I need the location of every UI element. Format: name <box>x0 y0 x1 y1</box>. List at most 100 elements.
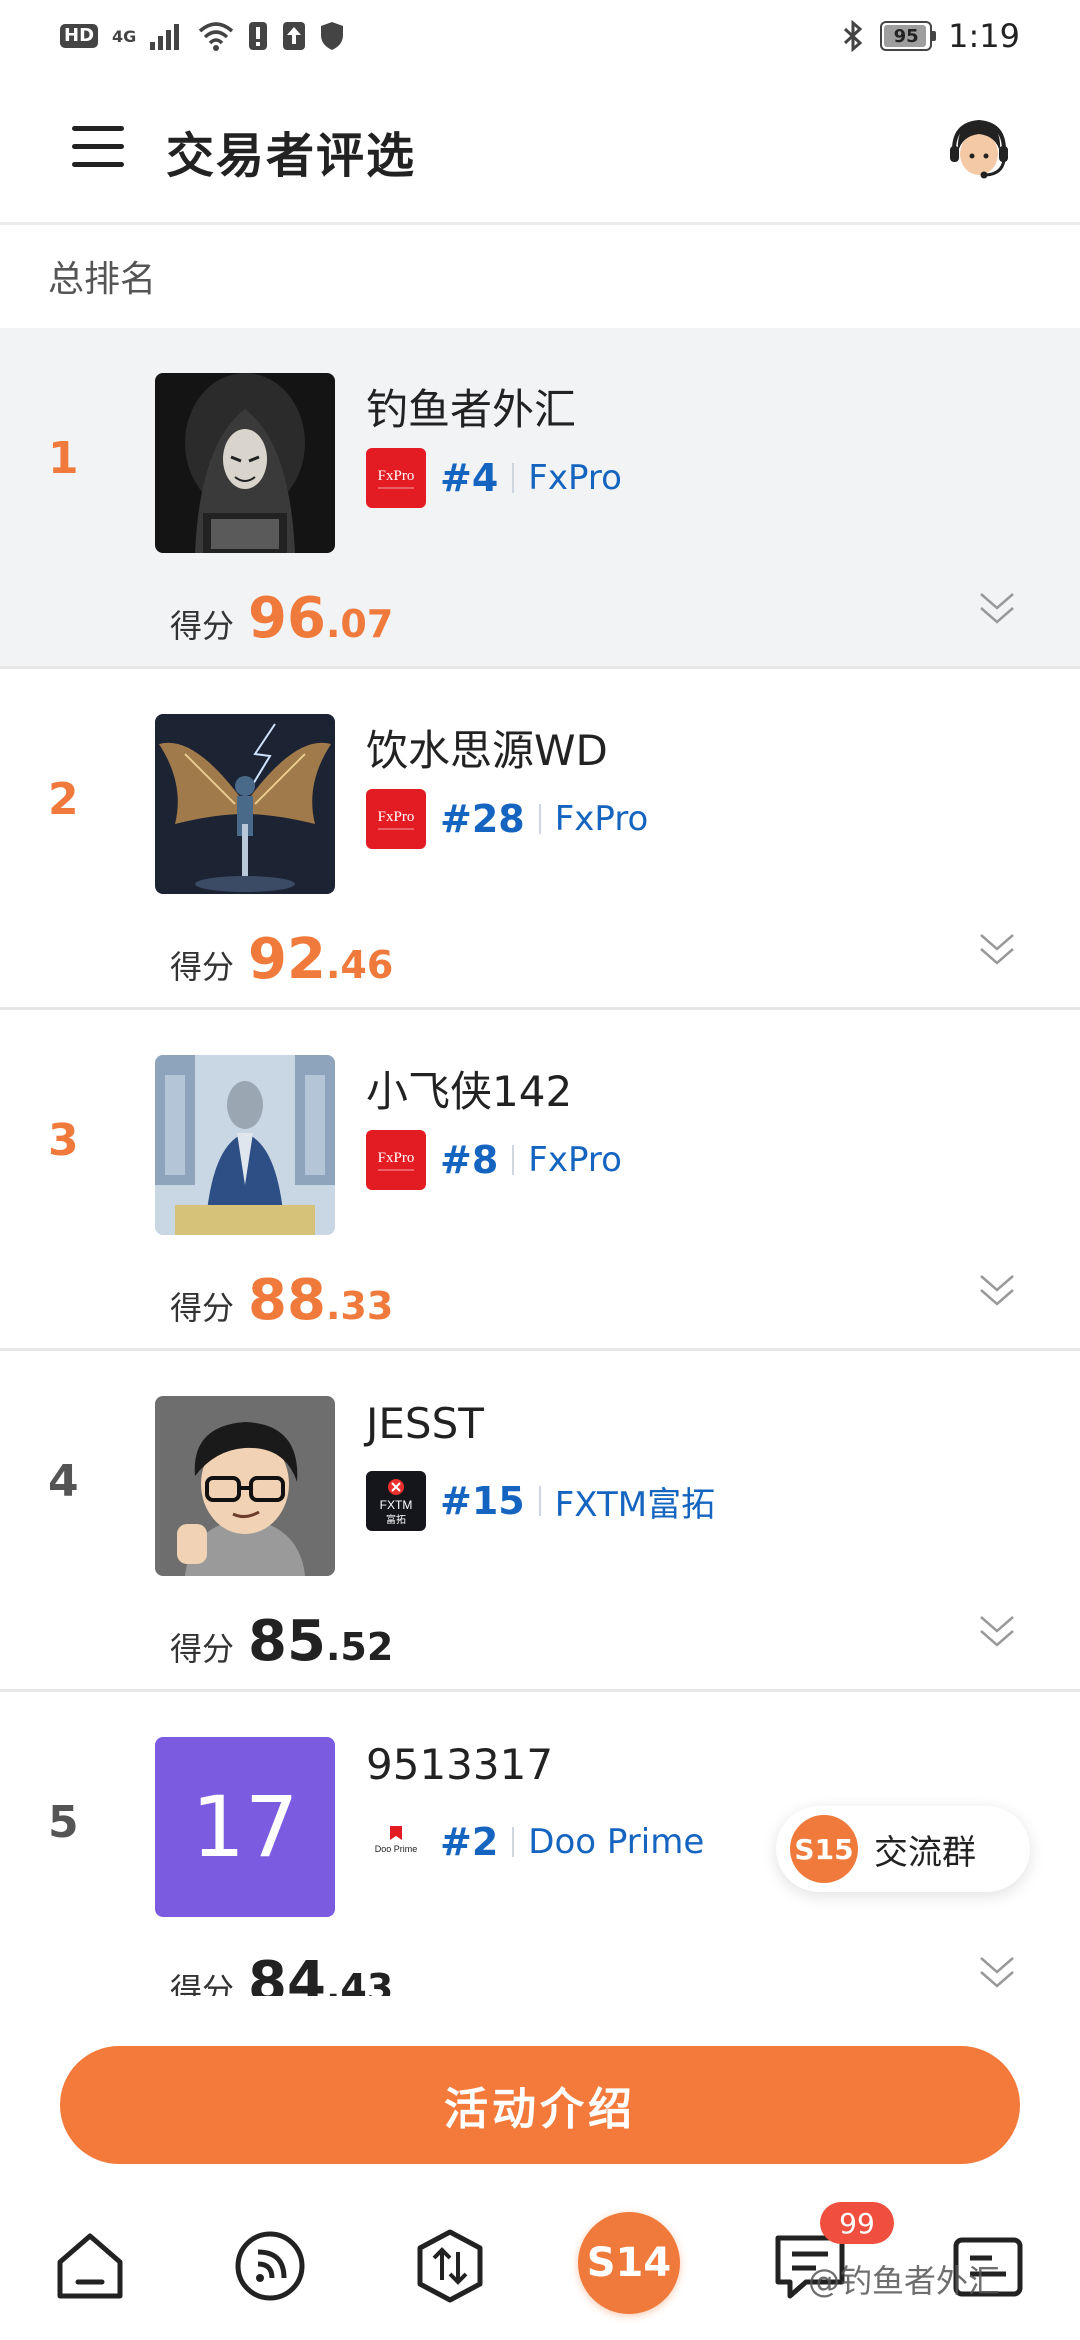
battery-level: 95 <box>893 25 919 47</box>
rank-number: 2 <box>48 774 79 825</box>
rank-number: 1 <box>48 433 79 484</box>
season-badge: S15 <box>790 1815 858 1883</box>
fxtm-logo-text: FXTM <box>380 1498 413 1512</box>
score-decimal: .33 <box>325 1284 394 1328</box>
signal-icon <box>150 24 180 50</box>
trader-name[interactable]: 9513317 <box>366 1740 553 1789</box>
avatar: 17 <box>155 1737 335 1917</box>
score-label: 得分 <box>170 1630 235 1668</box>
broker-name[interactable]: Doo Prime <box>528 1822 704 1862</box>
score: 得分 85 .52 <box>170 1609 393 1674</box>
broker-info: FxPro #28 FxPro <box>366 789 648 849</box>
ranking-row[interactable]: 2 饮水思源WD FxPro #28 FxPro 得分 92 .46 <box>0 669 1080 1010</box>
separator <box>538 804 541 834</box>
score-integer: 88 <box>248 1268 326 1333</box>
fxpro-logo-text: FxPro <box>378 1150 415 1166</box>
broker-rank: #15 <box>440 1479 525 1523</box>
rank-number: 4 <box>48 1456 79 1507</box>
group-chat-label: 交流群 <box>874 1832 976 1873</box>
page-title: 交易者评选 <box>166 128 417 184</box>
score-decimal: .07 <box>325 602 394 646</box>
broker-info: FXTM 富拓 #15 FXTM富拓 <box>366 1471 715 1531</box>
fxtm-logo: FXTM 富拓 <box>366 1471 426 1531</box>
s14-icon[interactable]: S14 <box>578 2212 680 2314</box>
doo-prime-logo-text: Doo Prime <box>375 1844 418 1854</box>
avatar <box>155 1396 335 1576</box>
expand-chevron-icon[interactable] <box>978 1611 1016 1651</box>
upload-icon <box>283 22 306 50</box>
score-label: 得分 <box>170 1289 235 1327</box>
rank-number: 3 <box>48 1115 79 1166</box>
trade-icon[interactable] <box>410 2226 490 2306</box>
expand-chevron-icon[interactable] <box>978 1270 1016 1310</box>
hd-indicator: HD <box>60 24 99 48</box>
broker-name[interactable]: FxPro <box>555 799 649 839</box>
score-integer: 85 <box>248 1609 326 1674</box>
separator <box>538 1486 541 1516</box>
fxpro-logo: FxPro <box>366 448 426 508</box>
broker-rank: #4 <box>440 456 499 500</box>
top-app-bar <box>0 72 1080 225</box>
expand-chevron-icon[interactable] <box>978 588 1016 628</box>
feed-icon[interactable] <box>230 2226 310 2306</box>
ranking-row[interactable]: 1 钓鱼者外汇 FxPro #4 FxPro 得分 96 .07 <box>0 328 1080 669</box>
broker-name[interactable]: FxPro <box>528 458 622 498</box>
trader-name[interactable]: 钓鱼者外汇 <box>366 376 576 437</box>
separator <box>512 1827 515 1857</box>
section-label: 总排名 <box>48 259 157 300</box>
ranking-row[interactable]: 4 JESST FXTM 富拓 #15 FXTM富拓 得分 85 .52 <box>0 1351 1080 1692</box>
fxpro-logo-text: FxPro <box>378 468 415 484</box>
wifi-icon <box>199 22 234 51</box>
broker-info: FxPro #8 FxPro <box>366 1130 622 1190</box>
trader-name[interactable]: 小飞侠142 <box>366 1058 572 1119</box>
avatar-text: 17 <box>191 1778 299 1876</box>
separator <box>512 463 515 493</box>
broker-name[interactable]: FXTM富拓 <box>555 1477 715 1526</box>
fxpro-logo: FxPro <box>366 1130 426 1190</box>
broker-rank: #28 <box>440 797 525 841</box>
score-integer: 92 <box>248 927 326 992</box>
fxpro-logo: FxPro <box>366 789 426 849</box>
watermark: @钓鱼者外汇 <box>808 2262 1001 2300</box>
status-right: 95 1:19 <box>842 16 1020 56</box>
score: 得分 92 .46 <box>170 927 393 992</box>
message-count-badge: 99 <box>820 2202 894 2244</box>
alert-icon <box>249 22 268 50</box>
doo-prime-logo: Doo Prime <box>366 1812 426 1872</box>
score: 得分 96 .07 <box>170 586 393 651</box>
avatar <box>155 373 335 553</box>
broker-name[interactable]: FxPro <box>528 1140 622 1180</box>
fxtm-logo-subtext: 富拓 <box>386 1513 406 1526</box>
status-bar: HD 4G 95 1:19 <box>0 0 1080 72</box>
broker-rank: #8 <box>440 1138 499 1182</box>
trader-name[interactable]: 饮水思源WD <box>366 717 608 778</box>
score-integer: 96 <box>248 586 326 651</box>
score-label: 得分 <box>170 948 235 986</box>
shield-icon <box>321 22 344 50</box>
expand-chevron-icon[interactable] <box>978 929 1016 969</box>
avatar <box>155 1055 335 1235</box>
activity-intro-button[interactable]: 活动介绍 <box>60 2046 1020 2164</box>
broker-info: FxPro #4 FxPro <box>366 448 622 508</box>
score-decimal: .52 <box>325 1625 394 1669</box>
trader-name[interactable]: JESST <box>366 1399 484 1448</box>
battery-indicator: 95 <box>880 21 937 51</box>
score-decimal: .46 <box>325 943 394 987</box>
fxpro-logo-text: FxPro <box>378 809 415 825</box>
bluetooth-icon <box>844 20 863 52</box>
network-type: 4G <box>112 26 137 46</box>
score-label: 得分 <box>170 607 235 645</box>
clock: 1:19 <box>948 17 1020 55</box>
menu-icon[interactable] <box>72 126 124 168</box>
expand-chevron-icon[interactable] <box>978 1952 1016 1992</box>
home-icon[interactable] <box>50 2226 130 2306</box>
separator <box>512 1145 515 1175</box>
customer-service-icon[interactable] <box>946 116 1012 182</box>
status-left: HD 4G <box>60 18 344 54</box>
broker-info: Doo Prime #2 Doo Prime <box>366 1812 704 1872</box>
broker-rank: #2 <box>440 1820 499 1864</box>
score: 得分 88 .33 <box>170 1268 393 1333</box>
ranking-row[interactable]: 3 小飞侠142 FxPro #8 FxPro 得分 88 .33 <box>0 1010 1080 1351</box>
group-chat-button[interactable]: S15 交流群 <box>776 1806 1030 1892</box>
rank-number: 5 <box>48 1797 79 1848</box>
